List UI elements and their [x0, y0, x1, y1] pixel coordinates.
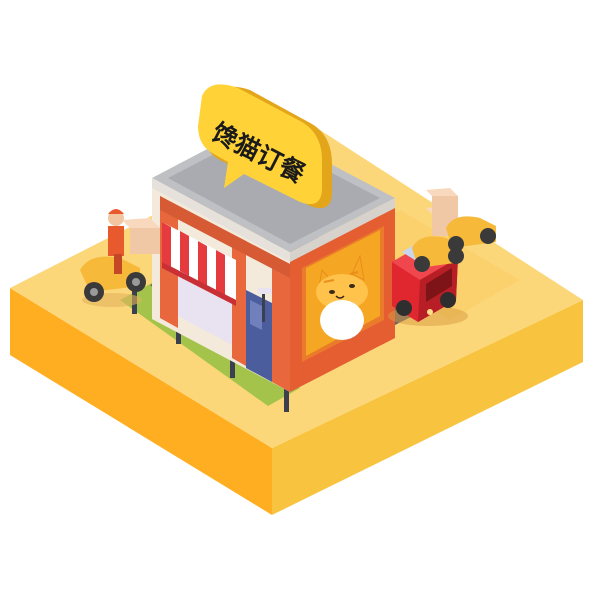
rider-helmet — [108, 209, 124, 214]
glass-door — [246, 290, 272, 382]
delivery-box — [130, 228, 160, 254]
isometric-store-scene: 馋猫订餐 — [10, 84, 583, 515]
rider-body — [108, 226, 124, 256]
